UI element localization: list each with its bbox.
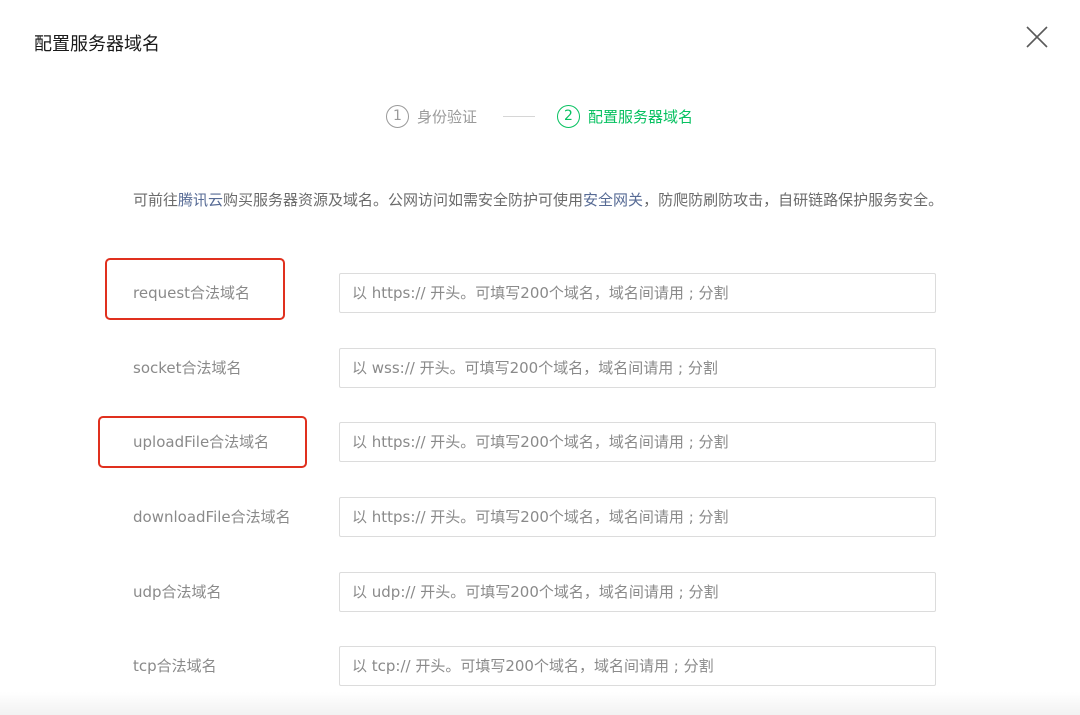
intro-text-part: 购买服务器资源及域名。公网访问如需安全防护可使用 — [223, 191, 584, 209]
downloadfile-domain-row: downloadFile合法域名 — [0, 497, 1080, 537]
udp-domain-input[interactable] — [339, 572, 936, 612]
tcp-domain-input[interactable] — [339, 646, 936, 686]
uploadfile-domain-row: uploadFile合法域名 — [0, 422, 1080, 462]
socket-domain-row: socket合法域名 — [0, 348, 1080, 388]
step-number: 1 — [386, 104, 409, 128]
security-gateway-link[interactable]: 安全网关 — [583, 191, 643, 209]
configure-server-domain-dialog: 配置服务器域名 1 身份验证 2 配置服务器域名 可前往腾讯云购买服务器资源及域… — [0, 0, 1080, 715]
request-domain-input[interactable] — [339, 273, 936, 313]
uploadfile-domain-input[interactable] — [339, 422, 936, 462]
step-label: 身份验证 — [417, 107, 478, 126]
socket-domain-label: socket合法域名 — [133, 359, 242, 377]
downloadfile-domain-label: downloadFile合法域名 — [133, 508, 291, 526]
close-icon — [1026, 26, 1048, 48]
udp-domain-row: udp合法域名 — [0, 572, 1080, 612]
step-label: 配置服务器域名 — [588, 107, 694, 126]
tcp-domain-row: tcp合法域名 — [0, 646, 1080, 686]
step-identity-verification: 1 身份验证 — [386, 103, 477, 129]
step-configure-server-domain: 2 配置服务器域名 — [557, 103, 693, 129]
downloadfile-domain-input[interactable] — [339, 497, 936, 537]
step-indicator: 1 身份验证 2 配置服务器域名 — [0, 103, 1080, 129]
intro-text-part: ，防爬防刷防攻击，自研链路保护服务安全。 — [643, 191, 944, 209]
udp-domain-label: udp合法域名 — [133, 583, 222, 601]
step-separator — [503, 116, 535, 117]
request-domain-label: request合法域名 — [133, 284, 251, 302]
close-button[interactable] — [1024, 24, 1050, 50]
tencent-cloud-link[interactable]: 腾讯云 — [178, 191, 223, 209]
step-number: 2 — [557, 104, 580, 128]
uploadfile-domain-label: uploadFile合法域名 — [133, 433, 270, 451]
intro-text-part: 可前往 — [133, 191, 179, 209]
tcp-domain-label: tcp合法域名 — [133, 657, 217, 675]
intro-text: 可前往腾讯云购买服务器资源及域名。公网访问如需安全防护可使用安全网关，防爬防刷防… — [133, 187, 948, 213]
socket-domain-input[interactable] — [339, 348, 936, 388]
dialog-title: 配置服务器域名 — [34, 34, 160, 55]
bottom-edge — [0, 692, 1080, 715]
request-domain-row: request合法域名 — [0, 273, 1080, 313]
